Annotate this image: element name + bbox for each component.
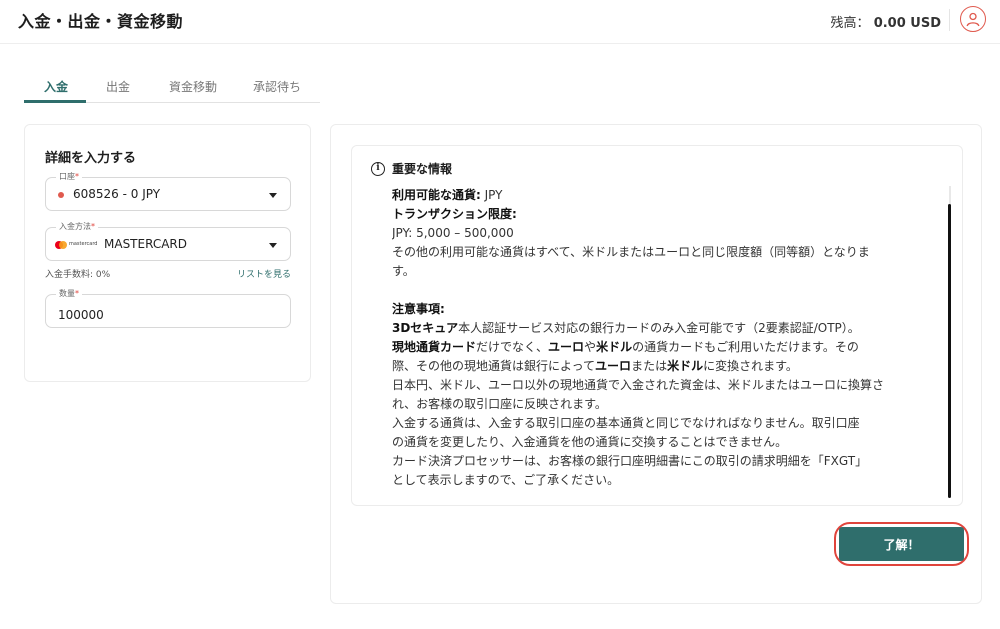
note-line: 入金する通貨は、入金する取引口座の基本通貨と同じでなければなりません。取引口座 bbox=[392, 416, 860, 430]
payment-method-select[interactable]: 入金方法* mastercard MASTERCARD bbox=[45, 221, 291, 261]
note-text: または bbox=[631, 359, 668, 373]
balance-display: 残高： 0.00 USD bbox=[831, 12, 941, 31]
deposit-form-card: 詳細を入力する 口座* 608526 - 0 JPY 入金方法* masterc… bbox=[24, 124, 311, 382]
note-euro: ユーロ bbox=[595, 359, 632, 373]
note-line: として表示しますので、ご了承ください。 bbox=[392, 473, 620, 487]
note-line: の通貨を変更したり、入金通貨を他の通貨に交換することはできません。 bbox=[392, 435, 788, 449]
note-currency-cards: 現地通貨カードだけでなく、ユーロや米ドルの通貨カードもご利用いただけます。その bbox=[392, 338, 932, 357]
header-divider bbox=[949, 9, 950, 31]
mastercard-logo-text: mastercard bbox=[69, 241, 98, 247]
limit-note: その他の利用可能な通貨はすべて、米ドルまたはユーロと同じ限度額（同等額）となりま bbox=[392, 245, 870, 259]
currencies-label: 利用可能な通貨: bbox=[392, 188, 481, 202]
balance-amount: 0. bbox=[873, 16, 888, 31]
confirm-button[interactable]: 了解！ bbox=[839, 527, 964, 561]
tab-transfer[interactable]: 資金移動 bbox=[169, 78, 217, 95]
limit-heading: トランザクション限度: bbox=[392, 205, 932, 224]
note-text: だけでなく、 bbox=[476, 340, 549, 354]
app-header: 入金・出金・資金移動 残高： 0.00 USD bbox=[0, 0, 1000, 44]
notes-heading: 注意事項: bbox=[392, 300, 932, 319]
fee-text: 入金手数料: 0% bbox=[45, 270, 111, 280]
chevron-down-icon bbox=[269, 243, 277, 248]
amount-field[interactable]: 数量* bbox=[45, 288, 291, 328]
tab-pending[interactable]: 承認待ち bbox=[253, 78, 301, 95]
note-text: や bbox=[584, 340, 597, 354]
notes-label: 注意事項: bbox=[392, 302, 445, 316]
account-status-dot bbox=[58, 192, 64, 198]
currencies-value: JPY bbox=[480, 188, 503, 202]
limit-label: トランザクション限度: bbox=[392, 207, 517, 221]
payment-method-label: 入金方法* bbox=[56, 221, 98, 232]
chevron-down-icon bbox=[269, 193, 277, 198]
note-local-card: 現地通貨カード bbox=[392, 340, 477, 354]
tab-bar: 入金 出金 資金移動 承認待ち bbox=[24, 70, 320, 103]
active-tab-indicator bbox=[24, 100, 86, 103]
note-text: の通貨カードもご利用いただけます。その bbox=[632, 340, 859, 354]
note-line: れ、お客様の取引口座に反映されます。 bbox=[392, 397, 607, 411]
note-3ds-text: 本人認証サービス対応の銀行カードのみ入金可能です（2要素認証/OTP）。 bbox=[458, 321, 860, 335]
note-euro: ユーロ bbox=[548, 340, 585, 354]
note-line: カード決済プロセッサーは、お客様の銀行口座明細書にこの取引の請求明細を「FXGT… bbox=[392, 454, 868, 468]
note-line: 日本円、米ドル、ユーロ以外の現地通貨で入金された資金は、米ドルまたはユーロに換算… bbox=[392, 378, 885, 392]
currencies-line: 利用可能な通貨: JPY bbox=[392, 186, 932, 205]
account-value: 608526 - 0 JPY bbox=[73, 187, 161, 201]
balance-amount-decimal: 00 USD bbox=[887, 16, 941, 31]
mastercard-orange-circle bbox=[59, 241, 67, 249]
note-conversion: 際、その他の現地通貨は銀行によってユーロまたは米ドルに変換されます。 bbox=[392, 357, 932, 376]
info-title: 重要な情報 bbox=[392, 162, 453, 176]
account-select[interactable]: 口座* 608526 - 0 JPY bbox=[45, 171, 291, 211]
important-info-box: i 重要な情報 利用可能な通貨: JPY トランザクション限度: JPY: 5,… bbox=[351, 145, 963, 506]
note-3ds-bold: 3Dセキュア bbox=[392, 321, 459, 335]
confirm-button-highlight: 了解！ bbox=[834, 522, 969, 566]
info-icon: i bbox=[371, 162, 385, 176]
info-card: i 重要な情報 利用可能な通貨: JPY トランザクション限度: JPY: 5,… bbox=[330, 124, 982, 604]
required-mark: * bbox=[75, 172, 79, 181]
scrollbar-thumb[interactable] bbox=[948, 204, 951, 498]
account-label: 口座* bbox=[56, 171, 82, 182]
payment-method-label-text: 入金方法 bbox=[59, 222, 91, 231]
balance-label: 残高： bbox=[830, 16, 870, 31]
tab-withdraw[interactable]: 出金 bbox=[106, 78, 130, 95]
fee-list-link[interactable]: リストを見る bbox=[237, 267, 291, 280]
fee-row: 入金手数料: 0% リストを見る bbox=[45, 267, 291, 280]
note-3ds: 3Dセキュア本人認証サービス対応の銀行カードのみ入金可能です（2要素認証/OTP… bbox=[392, 319, 932, 338]
amount-input[interactable] bbox=[46, 295, 290, 327]
spacer-line bbox=[392, 281, 932, 300]
limit-value: JPY: 5,000 – 500,000 bbox=[392, 226, 514, 240]
limit-note-cont: す。 bbox=[392, 264, 415, 278]
payment-method-value: MASTERCARD bbox=[104, 237, 187, 251]
user-glyph bbox=[966, 12, 980, 27]
info-scroll-area[interactable]: 利用可能な通貨: JPY トランザクション限度: JPY: 5,000 – 50… bbox=[392, 186, 932, 501]
user-circle-icon[interactable] bbox=[960, 6, 986, 32]
note-usd: 米ドル bbox=[667, 359, 704, 373]
info-text: 利用可能な通貨: JPY トランザクション限度: JPY: 5,000 – 50… bbox=[392, 186, 932, 490]
note-usd: 米ドル bbox=[596, 340, 633, 354]
page-title: 入金・出金・資金移動 bbox=[18, 12, 184, 31]
tab-deposit[interactable]: 入金 bbox=[44, 78, 68, 95]
note-text: 際、その他の現地通貨は銀行によって bbox=[392, 359, 596, 373]
mastercard-logo: mastercard bbox=[55, 240, 101, 250]
note-text: に変換されます。 bbox=[703, 359, 798, 373]
form-section-title: 詳細を入力する bbox=[45, 151, 137, 166]
account-label-text: 口座 bbox=[59, 172, 75, 181]
required-mark: * bbox=[91, 222, 95, 231]
